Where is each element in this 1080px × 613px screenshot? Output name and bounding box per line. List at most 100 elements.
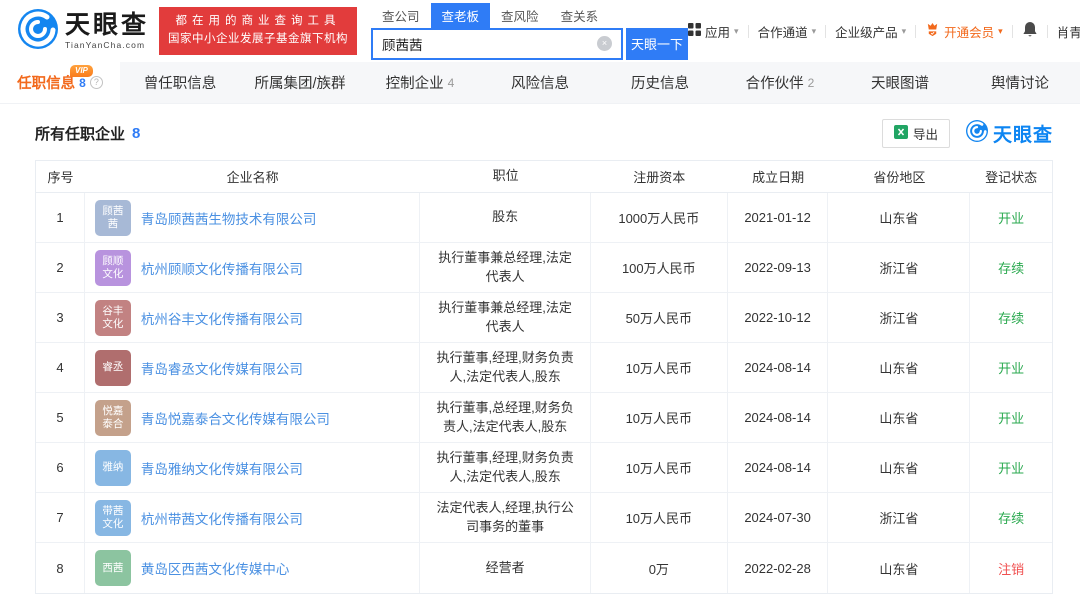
company-logo[interactable]: 雅纳	[95, 450, 131, 486]
row-index: 5	[36, 393, 85, 442]
company-logo[interactable]: 睿丞	[95, 350, 131, 386]
company-link[interactable]: 黄岛区西茜文化传媒中心	[141, 558, 290, 578]
header-company: 企业名称	[85, 167, 420, 186]
search-input[interactable]: 顾茜茜	[371, 28, 623, 60]
position: 执行董事兼总经理,法定代表人	[420, 243, 591, 292]
divider	[748, 25, 749, 38]
row-index: 2	[36, 243, 85, 292]
search-tab-4[interactable]: 查关系	[550, 3, 610, 28]
registered-capital: 50万人民币	[591, 293, 728, 342]
tab-count: 4	[448, 76, 455, 90]
registered-capital: 10万人民币	[591, 493, 728, 542]
province: 山东省	[828, 443, 970, 492]
company-logo[interactable]: 带茜文化	[95, 500, 131, 536]
header-status: 登记状态	[970, 167, 1052, 186]
divider	[915, 25, 916, 38]
company-link[interactable]: 青岛睿丞文化传媒有限公司	[141, 358, 303, 378]
registration-status: 开业	[970, 443, 1052, 492]
promo-banner: 都在用的商业查询工具 国家中小企业发展子基金旗下机构	[159, 7, 357, 55]
company-logo[interactable]: 西茜	[95, 550, 131, 586]
company-logo[interactable]: 顾茜茜	[95, 200, 131, 236]
company-logo[interactable]: 顾顺文化	[95, 250, 131, 286]
header-index: 序号	[36, 167, 85, 186]
tab-label: 历史信息	[631, 72, 689, 93]
search-value: 顾茜茜	[382, 34, 597, 54]
header-capital: 注册资本	[591, 167, 728, 186]
search-tab-2[interactable]: 查老板	[431, 3, 491, 28]
company-link[interactable]: 青岛顾茜茜生物技术有限公司	[141, 208, 317, 228]
export-button[interactable]: 导出	[882, 119, 950, 148]
company-link[interactable]: 青岛悦嘉泰合文化传媒有限公司	[141, 408, 330, 428]
tab-label: 风险信息	[511, 72, 569, 93]
tab-6[interactable]: 历史信息	[600, 62, 720, 103]
registration-status: 开业	[970, 193, 1052, 242]
divider	[1012, 25, 1013, 38]
province: 浙江省	[828, 293, 970, 342]
established-date: 2022-02-28	[728, 543, 829, 593]
company-logo[interactable]: 谷丰文化	[95, 300, 131, 336]
tab-8[interactable]: 天眼图谱	[840, 62, 960, 103]
position: 法定代表人,经理,执行公司事务的董事	[420, 493, 591, 542]
table-row: 5 悦嘉泰合 青岛悦嘉泰合文化传媒有限公司 执行董事,总经理,财务负责人,法定代…	[36, 393, 1052, 443]
company-link[interactable]: 杭州顾顺文化传播有限公司	[141, 258, 303, 278]
tab-3[interactable]: 所属集团/族群	[240, 62, 360, 103]
tab-label: 控制企业	[386, 72, 444, 93]
table-body: 1 顾茜茜 青岛顾茜茜生物技术有限公司 股东 1000万人民币 2021-01-…	[36, 193, 1052, 593]
province: 山东省	[828, 393, 970, 442]
notification-bell[interactable]	[1022, 21, 1038, 41]
menu-partner-channel[interactable]: 合作通道	[758, 22, 817, 41]
registered-capital: 10万人民币	[591, 443, 728, 492]
registered-capital: 100万人民币	[591, 243, 728, 292]
position: 股东	[420, 193, 591, 242]
help-icon[interactable]	[90, 76, 103, 89]
caret-down-icon	[734, 26, 739, 37]
tab-4[interactable]: 控制企业 4	[360, 62, 480, 103]
established-date: 2024-08-14	[728, 443, 829, 492]
caret-down-icon	[812, 26, 817, 37]
tab-2[interactable]: 曾任职信息	[120, 62, 240, 103]
registration-status: 开业	[970, 393, 1052, 442]
province: 浙江省	[828, 243, 970, 292]
tab-label: 合作伙伴	[746, 72, 804, 93]
province: 山东省	[828, 543, 970, 593]
table-row: 1 顾茜茜 青岛顾茜茜生物技术有限公司 股东 1000万人民币 2021-01-…	[36, 193, 1052, 243]
menu-partner-label: 合作通道	[758, 22, 808, 41]
tab-1[interactable]: VIP任职信息8	[0, 62, 120, 103]
province: 浙江省	[828, 493, 970, 542]
search-button[interactable]: 天眼一下	[626, 28, 688, 60]
established-date: 2022-10-12	[728, 293, 829, 342]
search-tab-1[interactable]: 查公司	[371, 3, 431, 28]
tab-7[interactable]: 合作伙伴 2	[720, 62, 840, 103]
tianyancha-logo[interactable]: 天眼查 TianYanCha.com	[18, 9, 149, 54]
tab-9[interactable]: 舆情讨论	[960, 62, 1080, 103]
tab-label: 任职信息	[17, 72, 75, 93]
company-logo[interactable]: 悦嘉泰合	[95, 400, 131, 436]
brand-name: 天眼查	[65, 13, 149, 38]
header-position: 职位	[420, 163, 591, 190]
bell-icon	[1022, 21, 1038, 41]
menu-vip-upgrade[interactable]: 开通会员	[925, 22, 1003, 41]
clear-icon[interactable]	[597, 36, 612, 51]
search-tab-3[interactable]: 查风险	[490, 3, 550, 28]
header-province: 省份地区	[828, 167, 970, 186]
tab-5[interactable]: 风险信息	[480, 62, 600, 103]
tab-label: 所属集团/族群	[254, 72, 345, 93]
position: 执行董事,总经理,财务负责人,法定代表人,股东	[420, 393, 591, 442]
established-date: 2024-07-30	[728, 493, 829, 542]
menu-enterprise-products[interactable]: 企业级产品	[835, 22, 906, 41]
caret-down-icon	[998, 26, 1003, 37]
menu-apps[interactable]: 应用	[688, 22, 739, 41]
banner-line1: 都在用的商业查询工具	[168, 13, 348, 31]
company-link[interactable]: 杭州带茜文化传播有限公司	[141, 508, 303, 528]
divider	[1047, 25, 1048, 38]
tab-count: 2	[808, 76, 815, 90]
caret-down-icon	[902, 26, 907, 37]
menu-user[interactable]: 肖青羽	[1057, 22, 1080, 41]
company-link[interactable]: 青岛雅纳文化传媒有限公司	[141, 458, 303, 478]
grid-icon	[688, 23, 701, 39]
table-header: 序号 企业名称 职位 注册资本 成立日期 省份地区 登记状态	[36, 161, 1052, 193]
position: 执行董事,经理,财务负责人,法定代表人,股东	[420, 343, 591, 392]
company-link[interactable]: 杭州谷丰文化传播有限公司	[141, 308, 303, 328]
position: 执行董事,经理,财务负责人,法定代表人,股东	[420, 443, 591, 492]
section-count: 8	[132, 125, 140, 142]
